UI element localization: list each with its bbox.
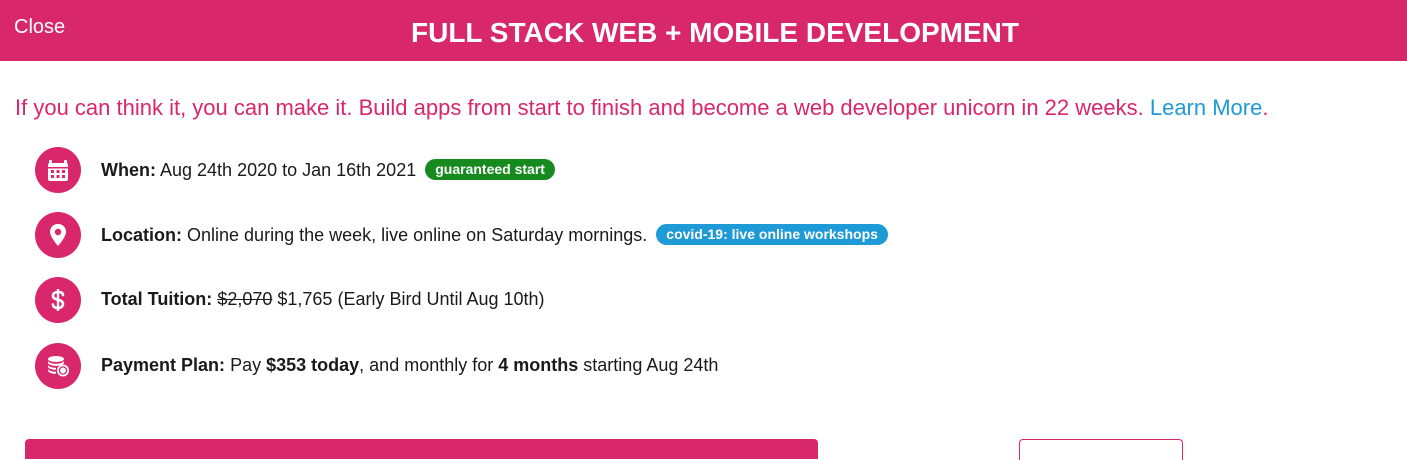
payment-pre: Pay xyxy=(230,355,262,375)
dollar-icon xyxy=(35,277,81,323)
payment-months: 4 months xyxy=(498,355,579,375)
map-pin-icon xyxy=(35,212,81,258)
payment-post: starting Aug 24th xyxy=(583,355,719,375)
payment-text: Payment Plan: Pay $353 today, and monthl… xyxy=(101,355,718,376)
tagline-period: . xyxy=(1262,95,1269,120)
location-value: Online during the week, live online on S… xyxy=(187,225,648,245)
covid-badge: covid-19: live online workshops xyxy=(656,224,888,245)
location-label: Location: xyxy=(101,225,182,245)
when-text: When: Aug 24th 2020 to Jan 16th 2021 gua… xyxy=(101,159,555,181)
tuition-old-price: $2,070 xyxy=(217,289,273,309)
payment-today-amount: $353 today xyxy=(266,355,360,375)
calendar-icon xyxy=(35,147,81,193)
tagline-text: If you can think it, you can make it. Bu… xyxy=(15,95,1144,120)
detail-tuition: Total Tuition: $2,070 $1,765 (Early Bird… xyxy=(35,277,1235,323)
location-text: Location: Online during the week, live o… xyxy=(101,224,888,246)
tuition-label: Total Tuition: xyxy=(101,289,213,309)
payment-label: Payment Plan: xyxy=(101,355,226,375)
detail-payment: Payment Plan: Pay $353 today, and monthl… xyxy=(35,343,1235,389)
detail-when: When: Aug 24th 2020 to Jan 16th 2021 gua… xyxy=(35,147,1235,193)
when-value: Aug 24th 2020 to Jan 16th 2021 xyxy=(160,160,417,180)
modal-header: Close FULL STACK WEB + MOBILE DEVELOPMEN… xyxy=(0,0,1407,61)
guaranteed-start-badge: guaranteed start xyxy=(425,159,555,180)
coins-icon xyxy=(35,343,81,389)
secondary-action-button[interactable] xyxy=(1019,439,1183,460)
tuition-new-price: $1,765 (Early Bird Until Aug 10th) xyxy=(277,289,545,309)
primary-action-button[interactable] xyxy=(25,439,818,459)
learn-more-link[interactable]: Learn More xyxy=(1150,95,1263,120)
tuition-text: Total Tuition: $2,070 $1,765 (Early Bird… xyxy=(101,289,545,310)
page-title: FULL STACK WEB + MOBILE DEVELOPMENT xyxy=(411,17,1019,48)
payment-mid: , and monthly for xyxy=(359,355,494,375)
when-label: When: xyxy=(101,160,156,180)
course-tagline: If you can think it, you can make it. Bu… xyxy=(15,95,1268,121)
detail-location: Location: Online during the week, live o… xyxy=(35,212,1235,258)
